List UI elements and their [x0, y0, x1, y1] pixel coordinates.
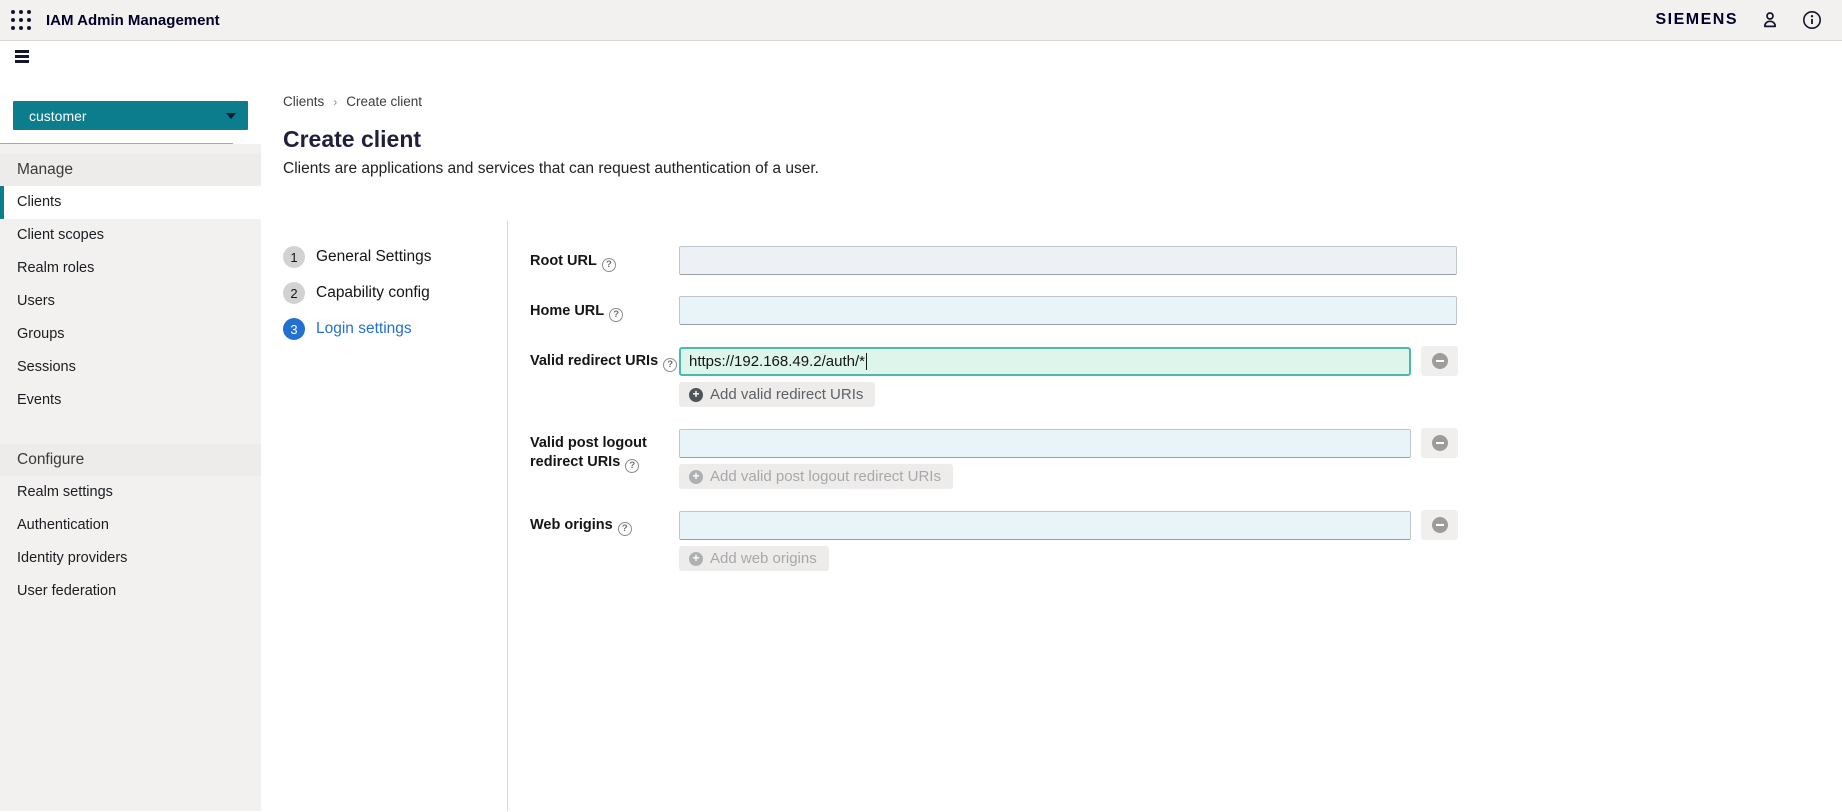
- post-logout-uri-input[interactable]: [679, 428, 1411, 458]
- help-icon[interactable]: ?: [617, 522, 632, 537]
- realm-selector-value: customer: [29, 107, 87, 124]
- post-logout-redirect-uris-control: + Add valid post logout redirect URIs: [679, 428, 1458, 489]
- home-url-input[interactable]: [679, 296, 1457, 325]
- breadcrumb-link-clients[interactable]: Clients: [283, 94, 324, 109]
- nav-section-manage: Manage: [0, 154, 261, 186]
- valid-redirect-uris-label: Valid redirect URIs?: [530, 346, 679, 407]
- step-label: Login settings: [316, 320, 412, 337]
- form-row-web-origins: Web origins? + Add web origins: [530, 510, 1842, 571]
- post-logout-redirect-uris-label: Valid post logout redirect URIs?: [530, 428, 679, 489]
- plus-icon: +: [689, 387, 703, 402]
- header-left: IAM Admin Management: [0, 10, 220, 30]
- sidebar-item-clients[interactable]: Clients: [0, 186, 261, 219]
- wizard-nav: 1 General Settings 2 Capability config 3…: [283, 221, 507, 811]
- root-url-input[interactable]: [679, 246, 1457, 275]
- step-label: Capability config: [316, 284, 430, 301]
- login-settings-form: Root URL? Home URL? Valid redirect URIs …: [507, 221, 1842, 811]
- siemens-logo: SIEMENS: [1655, 11, 1738, 28]
- chevron-down-icon: [226, 112, 236, 119]
- app-title: IAM Admin Management: [46, 11, 220, 29]
- form-row-valid-redirect-uris: Valid redirect URIs? https://192.168.49.…: [530, 346, 1842, 407]
- minus-icon: [1431, 517, 1448, 533]
- main-content: Clients › Create client Create client Cl…: [261, 41, 1842, 811]
- wizard-step-general-settings[interactable]: 1 General Settings: [283, 246, 507, 268]
- sidebar-item-user-federation[interactable]: User federation: [0, 575, 261, 608]
- valid-redirect-uris-control: https://192.168.49.2/auth/* + Add valid …: [679, 346, 1458, 407]
- sidebar-toggle-icon[interactable]: [15, 50, 29, 65]
- header-right: SIEMENS: [1655, 10, 1842, 30]
- add-web-origins-button[interactable]: + Add web origins: [679, 546, 829, 571]
- valid-redirect-uri-input[interactable]: https://192.168.49.2/auth/*: [679, 346, 1411, 376]
- breadcrumb: Clients › Create client: [283, 94, 1842, 109]
- web-origins-input[interactable]: [679, 510, 1411, 540]
- home-url-label: Home URL?: [530, 296, 679, 325]
- sidebar-item-realm-roles[interactable]: Realm roles: [0, 252, 261, 285]
- wizard-step-capability-config[interactable]: 2 Capability config: [283, 282, 507, 304]
- remove-post-logout-uri-button[interactable]: [1421, 428, 1458, 458]
- remove-redirect-uri-button[interactable]: [1421, 346, 1458, 376]
- add-post-logout-uri-button[interactable]: + Add valid post logout redirect URIs: [679, 464, 953, 489]
- web-origins-control: + Add web origins: [679, 510, 1458, 571]
- form-row-home-url: Home URL?: [530, 296, 1842, 325]
- step-number: 2: [283, 282, 305, 304]
- plus-icon: +: [689, 551, 703, 566]
- nav-section-gap: [0, 417, 261, 444]
- help-icon[interactable]: ?: [601, 258, 616, 273]
- minus-icon: [1431, 353, 1448, 369]
- wizard-step-login-settings[interactable]: 3 Login settings: [283, 318, 507, 340]
- app-header: IAM Admin Management SIEMENS: [0, 0, 1842, 41]
- nav-section-configure: Configure: [0, 444, 261, 476]
- step-label: General Settings: [316, 248, 432, 265]
- minus-icon: [1431, 435, 1448, 451]
- sidebar: customer Manage Clients Client scopes Re…: [0, 41, 261, 811]
- form-row-root-url: Root URL?: [530, 246, 1842, 275]
- page-title: Create client: [283, 126, 422, 152]
- user-icon[interactable]: [1760, 10, 1780, 30]
- sidebar-nav: Manage Clients Client scopes Realm roles…: [0, 144, 261, 811]
- sidebar-item-identity-providers[interactable]: Identity providers: [0, 542, 261, 575]
- remove-web-origin-button[interactable]: [1421, 510, 1458, 540]
- breadcrumb-separator-icon: ›: [333, 94, 338, 109]
- page-description: Clients are applications and services th…: [283, 160, 819, 177]
- wizard-content: 1 General Settings 2 Capability config 3…: [283, 221, 1842, 811]
- web-origins-label: Web origins?: [530, 510, 679, 571]
- add-redirect-uri-button[interactable]: + Add valid redirect URIs: [679, 382, 876, 407]
- breadcrumb-current: Create client: [346, 94, 423, 109]
- sidebar-item-groups[interactable]: Groups: [0, 318, 261, 351]
- sidebar-item-users[interactable]: Users: [0, 285, 261, 318]
- root-url-control: [679, 246, 1457, 275]
- home-url-control: [679, 296, 1457, 325]
- info-icon[interactable]: [1802, 10, 1822, 30]
- sidebar-item-sessions[interactable]: Sessions: [0, 351, 261, 384]
- form-row-post-logout-redirect-uris: Valid post logout redirect URIs? + Add v…: [530, 428, 1842, 489]
- plus-icon: +: [689, 469, 703, 484]
- help-icon[interactable]: ?: [625, 459, 640, 474]
- realm-selector[interactable]: customer: [13, 101, 248, 130]
- sidebar-item-events[interactable]: Events: [0, 384, 261, 417]
- step-number: 1: [283, 246, 305, 268]
- help-icon[interactable]: ?: [663, 358, 678, 373]
- help-icon[interactable]: ?: [609, 308, 624, 323]
- text-cursor: [865, 352, 867, 370]
- app-launcher-icon[interactable]: [11, 10, 31, 30]
- step-number: 3: [283, 318, 305, 340]
- root-url-label: Root URL?: [530, 246, 679, 275]
- sidebar-item-realm-settings[interactable]: Realm settings: [0, 476, 261, 509]
- sidebar-item-client-scopes[interactable]: Client scopes: [0, 219, 261, 252]
- sidebar-item-authentication[interactable]: Authentication: [0, 509, 261, 542]
